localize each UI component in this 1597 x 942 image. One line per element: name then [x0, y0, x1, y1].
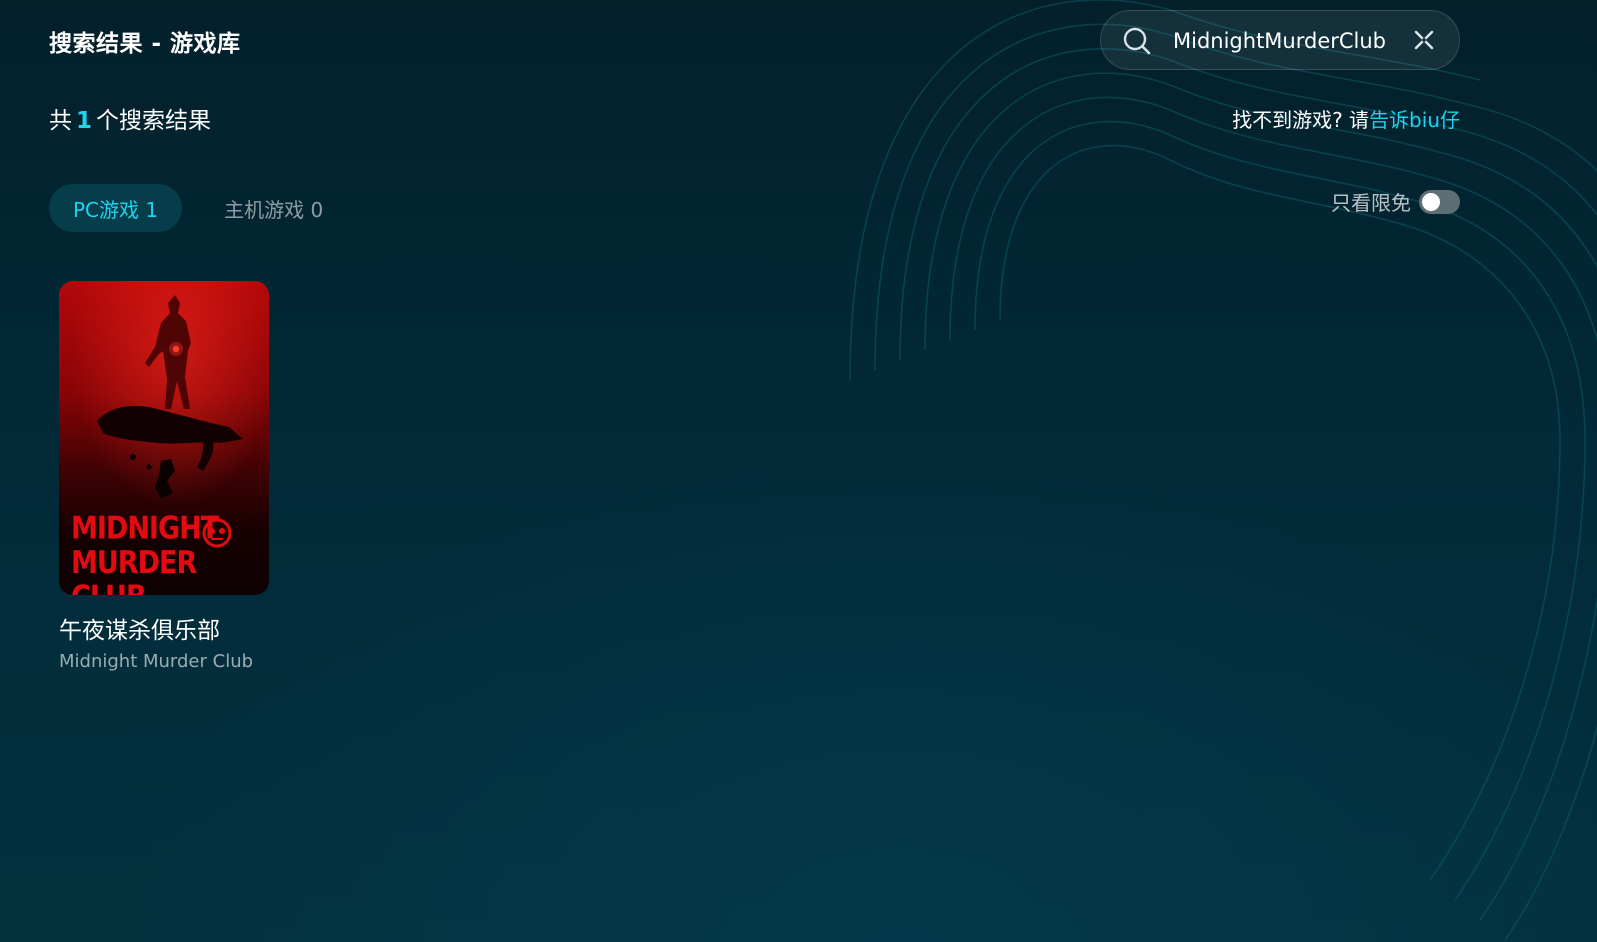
search-input[interactable] [1173, 23, 1398, 59]
tab-pc-games[interactable]: PC游戏 1 [49, 184, 183, 232]
close-icon[interactable] [1411, 27, 1437, 53]
feedback-prompt: 找不到游戏? 请告诉biu仔 [1232, 104, 1460, 133]
toggle-knob [1422, 192, 1440, 211]
game-cover-title: MIDNIGHT MURDER CLUB [71, 512, 261, 595]
game-card[interactable]: MIDNIGHT MURDER CLUB 午夜谋杀俱乐部 Midnight Mu… [59, 281, 269, 672]
search-icon[interactable] [1122, 26, 1152, 56]
platform-tabs: PC游戏 1 主机游戏 0 [49, 184, 347, 232]
result-count-suffix: 个搜索结果 [96, 108, 212, 134]
tab-console-games[interactable]: 主机游戏 0 [200, 184, 347, 232]
page-title: 搜索结果 - 游戏库 [49, 31, 241, 57]
result-count: 共 1 个搜索结果 [49, 101, 211, 135]
free-only-filter: 只看限免 [1331, 187, 1460, 216]
feedback-link[interactable]: 告诉biu仔 [1369, 108, 1460, 132]
result-count-number: 1 [76, 108, 93, 134]
feedback-text: 找不到游戏? 请 [1232, 108, 1370, 132]
search-bar[interactable] [1100, 10, 1460, 70]
game-cover[interactable]: MIDNIGHT MURDER CLUB [59, 281, 269, 595]
result-count-prefix: 共 [49, 108, 72, 134]
free-only-toggle[interactable] [1419, 189, 1460, 214]
game-name[interactable]: 午夜谋杀俱乐部 [59, 611, 269, 645]
free-only-label: 只看限免 [1331, 191, 1411, 215]
game-cover-title-line2: MURDER CLUB [71, 545, 197, 595]
game-cover-title-line1: MIDNIGHT [71, 511, 219, 547]
game-english-name: Midnight Murder Club [59, 651, 254, 672]
